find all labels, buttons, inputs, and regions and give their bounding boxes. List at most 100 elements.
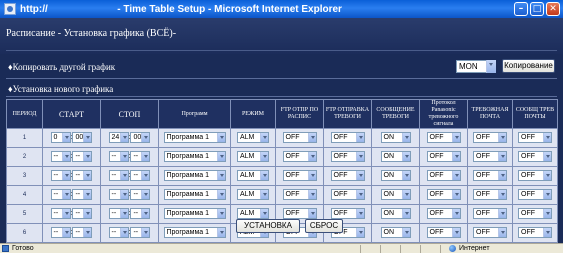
trouble-mail-cell: OFF: [512, 204, 558, 224]
start-minute-select-value: 00: [75, 134, 84, 142]
start-minute-select[interactable]: --: [72, 208, 93, 220]
chevron-down-icon: [141, 228, 150, 238]
alarm-mail-select[interactable]: OFF: [473, 132, 507, 144]
alarm-msg-cell: ON: [371, 223, 420, 243]
alarm-msg-select[interactable]: ON: [380, 151, 411, 163]
alarm-mail-select-value: OFF: [476, 134, 490, 142]
remote-alarm-select[interactable]: OFF: [426, 151, 461, 163]
program-select[interactable]: Программа 1: [163, 208, 226, 220]
remote-alarm-select[interactable]: OFF: [426, 208, 461, 220]
chevron-down-icon: [401, 152, 410, 162]
set-button[interactable]: УСТАНОВКА: [236, 219, 300, 233]
alarm-mail-cell: OFF: [467, 147, 513, 167]
start-hour-select[interactable]: --: [50, 227, 71, 239]
ftp-send-select[interactable]: OFF: [330, 208, 365, 220]
program-select[interactable]: Программа 1: [163, 170, 226, 182]
alarm-mail-select[interactable]: OFF: [473, 151, 507, 163]
reset-button[interactable]: СБРОС: [305, 219, 343, 233]
mode-select[interactable]: ALM: [237, 170, 269, 182]
alarm-mail-select[interactable]: OFF: [473, 189, 507, 201]
program-select[interactable]: Программа 1: [163, 189, 226, 201]
ftp-alarm-select[interactable]: OFF: [282, 132, 317, 144]
chevron-down-icon: [61, 152, 70, 162]
stop-hour-select[interactable]: --: [108, 151, 129, 163]
ftp-alarm-select[interactable]: OFF: [282, 151, 317, 163]
trouble-mail-select[interactable]: OFF: [518, 151, 552, 163]
col-mode: РЕЖИМ: [230, 99, 276, 129]
mode-select[interactable]: ALM: [237, 189, 269, 201]
trouble-mail-select[interactable]: OFF: [518, 227, 552, 239]
chevron-down-icon: [498, 209, 506, 219]
mode-select[interactable]: ALM: [237, 208, 269, 220]
ftp-send-select[interactable]: OFF: [330, 170, 365, 182]
alarm-mail-select[interactable]: OFF: [473, 208, 507, 220]
stop-minute-select[interactable]: --: [130, 189, 151, 201]
chevron-down-icon: [83, 209, 92, 219]
maximize-button[interactable]: □: [530, 2, 544, 16]
alarm-mail-select[interactable]: OFF: [473, 227, 507, 239]
program-select[interactable]: Программа 1: [163, 151, 226, 163]
ftp-alarm-select[interactable]: OFF: [282, 208, 317, 220]
start-minute-select[interactable]: --: [72, 151, 93, 163]
ftp-alarm-select[interactable]: OFF: [282, 189, 317, 201]
ftp-alarm-select-value: OFF: [285, 210, 300, 218]
copy-day-select[interactable]: MON: [456, 60, 496, 73]
ftp-send-select[interactable]: OFF: [330, 151, 365, 163]
alarm-msg-cell: ON: [371, 147, 420, 167]
remote-alarm-select[interactable]: OFF: [426, 189, 461, 201]
start-minute-select[interactable]: --: [72, 227, 93, 239]
program-select[interactable]: Программа 1: [163, 132, 226, 144]
program-select[interactable]: Программа 1: [163, 227, 226, 239]
trouble-mail-select[interactable]: OFF: [518, 132, 552, 144]
alarm-msg-select[interactable]: ON: [380, 208, 411, 220]
ftp-alarm-select-value: OFF: [285, 134, 300, 142]
ftp-send-select[interactable]: OFF: [330, 132, 365, 144]
stop-hour-select[interactable]: --: [108, 208, 129, 220]
mode-cell: ALM: [230, 166, 276, 186]
trouble-mail-select[interactable]: OFF: [518, 189, 552, 201]
mode-select[interactable]: ALM: [237, 132, 269, 144]
trouble-mail-cell: OFF: [512, 128, 558, 148]
alarm-mail-select[interactable]: OFF: [473, 170, 507, 182]
chevron-down-icon: [141, 190, 150, 200]
chevron-down-icon: [307, 133, 316, 143]
stop-hour-select[interactable]: --: [108, 170, 129, 182]
status-bar: Готово Интернет: [0, 243, 563, 253]
stop-minute-select[interactable]: --: [130, 151, 151, 163]
stop-hour-select[interactable]: 24: [108, 132, 129, 144]
alarm-msg-select[interactable]: ON: [380, 189, 411, 201]
trouble-mail-select[interactable]: OFF: [518, 170, 552, 182]
remote-alarm-select[interactable]: OFF: [426, 132, 461, 144]
stop-minute-select[interactable]: --: [130, 227, 151, 239]
start-minute-select[interactable]: --: [72, 170, 93, 182]
stop-hour-select[interactable]: --: [108, 227, 129, 239]
ftp-send-select[interactable]: OFF: [330, 189, 365, 201]
start-hour-select-value: --: [53, 172, 59, 180]
minimize-button[interactable]: –: [514, 2, 528, 16]
start-hour-select[interactable]: 0: [50, 132, 71, 144]
remote-alarm-select[interactable]: OFF: [426, 170, 461, 182]
start-minute-select[interactable]: --: [72, 189, 93, 201]
alarm-mail-select-value: OFF: [476, 191, 490, 199]
start-minute-select[interactable]: 00: [72, 132, 93, 144]
start-cell: --:--: [42, 166, 101, 186]
alarm-msg-select[interactable]: ON: [380, 170, 411, 182]
start-hour-select[interactable]: --: [50, 208, 71, 220]
remote-alarm-cell: OFF: [419, 223, 468, 243]
start-hour-select[interactable]: --: [50, 189, 71, 201]
stop-minute-select[interactable]: --: [130, 170, 151, 182]
trouble-mail-select[interactable]: OFF: [518, 208, 552, 220]
start-hour-select[interactable]: --: [50, 170, 71, 182]
ftp-alarm-select[interactable]: OFF: [282, 170, 317, 182]
stop-minute-select[interactable]: 00: [130, 132, 151, 144]
stop-hour-select[interactable]: --: [108, 189, 129, 201]
program-cell: Программа 1: [158, 185, 231, 205]
alarm-msg-select[interactable]: ON: [380, 132, 411, 144]
close-button[interactable]: ✕: [546, 2, 560, 16]
stop-minute-select[interactable]: --: [130, 208, 151, 220]
alarm-msg-select[interactable]: ON: [380, 227, 411, 239]
start-hour-select[interactable]: --: [50, 151, 71, 163]
remote-alarm-select[interactable]: OFF: [426, 227, 461, 239]
copy-button[interactable]: Копирование: [502, 59, 555, 73]
mode-select[interactable]: ALM: [237, 151, 269, 163]
